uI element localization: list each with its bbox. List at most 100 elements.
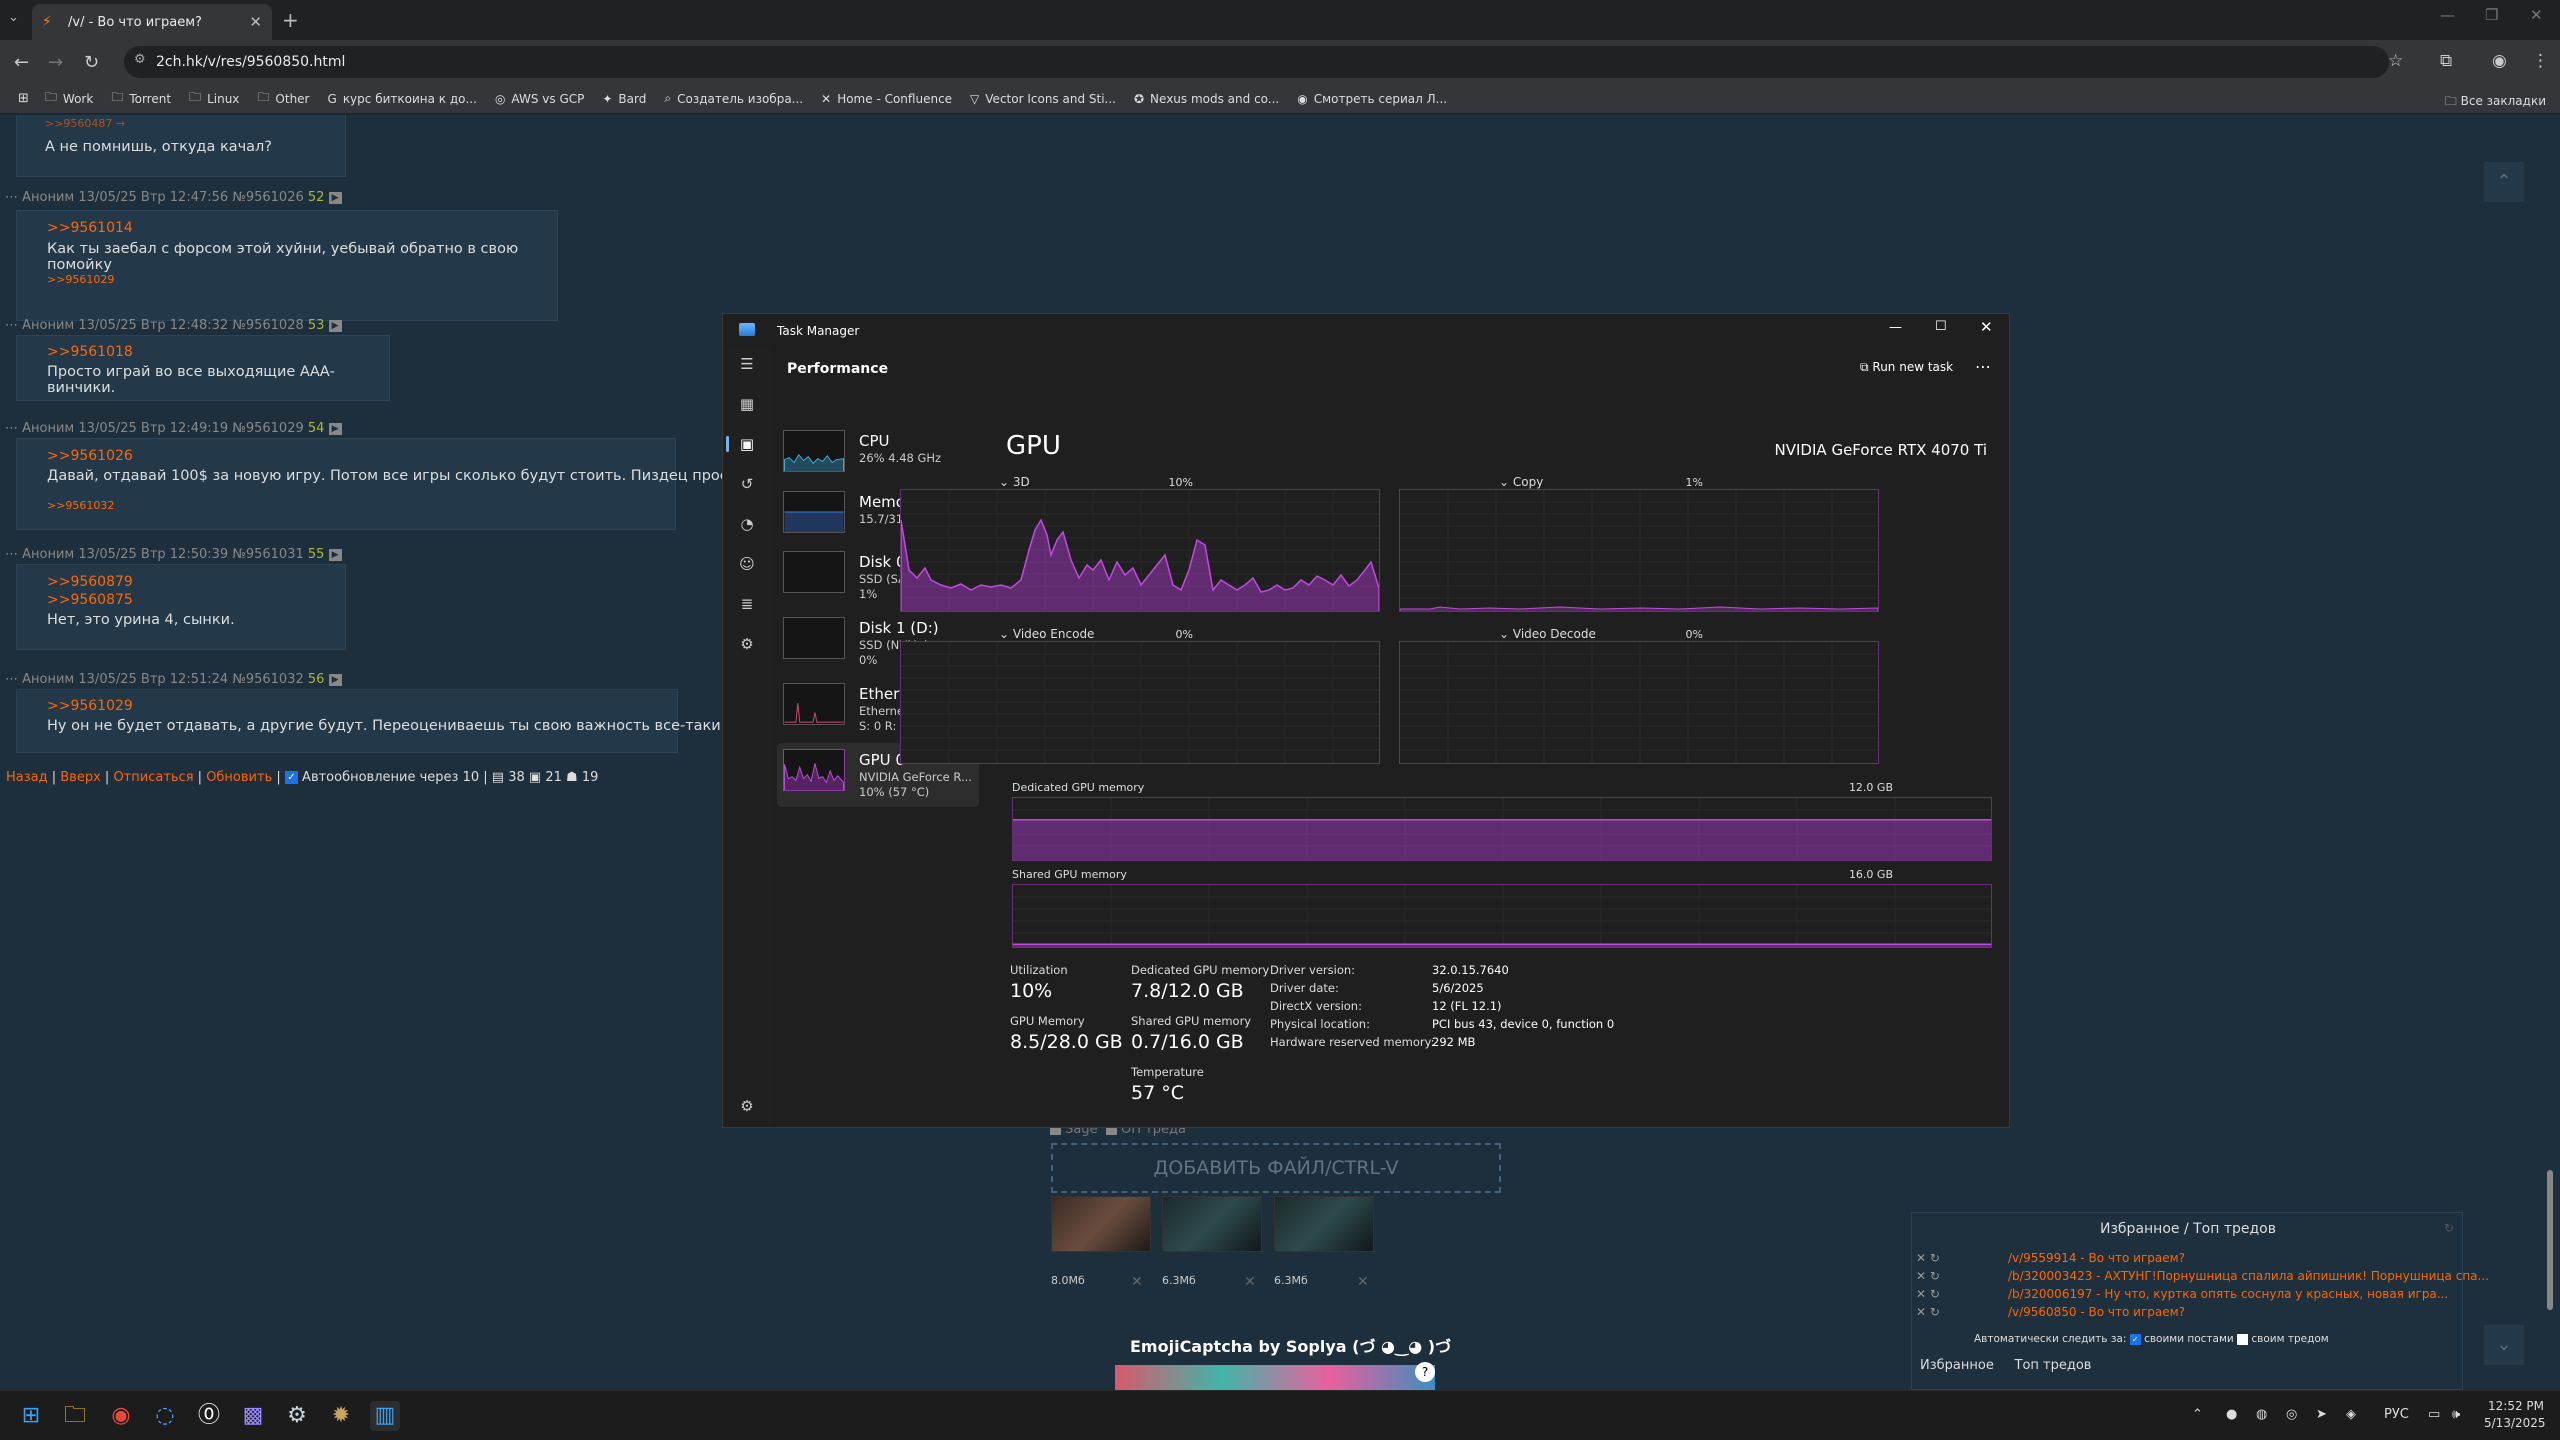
- refresh-link[interactable]: Обновить: [206, 770, 272, 785]
- restore-icon[interactable]: ❐: [2485, 6, 2498, 24]
- minimize-icon[interactable]: —: [2440, 6, 2455, 24]
- remove-icon[interactable]: ✕ ↻: [1916, 1269, 1940, 1283]
- reply-link[interactable]: >>9560879: [47, 574, 133, 590]
- post-menu-icon[interactable]: ▶: [328, 548, 342, 561]
- bookmark-item[interactable]: 🗀 Other: [257, 88, 309, 109]
- favorite-item[interactable]: ✕ ↻/v/9559914 - Во что играем?: [1916, 1251, 2185, 1265]
- remove-icon[interactable]: ✕ ↻: [1916, 1251, 1940, 1265]
- post-menu-icon[interactable]: ▶: [328, 673, 342, 686]
- graph-decode-label[interactable]: ⌄ Video Decode: [1499, 627, 1596, 641]
- file-thumbnail[interactable]: [1274, 1196, 1374, 1252]
- volume-icon[interactable]: 🕪: [2452, 1407, 2460, 1422]
- users-icon[interactable]: ☺: [737, 554, 757, 574]
- game-icon[interactable]: ✹: [326, 1401, 356, 1431]
- bookmark-item[interactable]: 🗀 Torrent: [111, 88, 171, 109]
- profile-icon[interactable]: ◉: [2492, 51, 2507, 71]
- own-posts-checkbox[interactable]: ✓: [2129, 1333, 2141, 1345]
- answer-link[interactable]: >>9561029: [47, 273, 114, 286]
- file-explorer-icon[interactable]: 🗀: [60, 1401, 90, 1431]
- reply-link[interactable]: >>9561014: [47, 220, 133, 236]
- favorite-item[interactable]: ✕ ↻/b/320003423 - АХТУНГ!Порнушница спал…: [1916, 1269, 2489, 1283]
- forward-icon[interactable]: →: [48, 52, 63, 73]
- visual-studio-icon[interactable]: ▩: [238, 1401, 268, 1431]
- bookmark-star-icon[interactable]: ☆: [2388, 51, 2403, 71]
- tray-red-icon[interactable]: ◈: [2346, 1407, 2356, 1422]
- scroll-down-button[interactable]: ⌄: [2484, 1325, 2524, 1365]
- chrome-icon[interactable]: ◉: [106, 1401, 136, 1431]
- graph-copy-label[interactable]: ⌄ Copy: [1499, 475, 1543, 489]
- browser-tab[interactable]: ⚡ /v/ - Во что играем? ✕: [32, 4, 272, 40]
- bookmark-item[interactable]: ✕ Home - Confluence: [821, 92, 952, 106]
- steam-tray-icon[interactable]: ◎: [2286, 1407, 2297, 1422]
- bookmark-item[interactable]: ▽ Vector Icons and Sti...: [970, 92, 1116, 106]
- more-options-icon[interactable]: ⋯: [1975, 357, 1991, 376]
- tray-overflow-icon[interactable]: ⌃: [2192, 1407, 2203, 1422]
- bookmark-item[interactable]: 🗀 Linux: [189, 88, 239, 109]
- autorefresh-checkbox[interactable]: ✓: [284, 771, 298, 784]
- answer-link[interactable]: >>9561032: [47, 499, 114, 512]
- close-window-icon[interactable]: ✕: [2530, 6, 2543, 24]
- favorite-item[interactable]: ✕ ↻/v/9560850 - Во что играем?: [1916, 1305, 2185, 1319]
- hamburger-icon[interactable]: ☰: [737, 354, 757, 374]
- scroll-up-button[interactable]: ⌃: [2484, 162, 2524, 202]
- app-history-icon[interactable]: ↺: [737, 474, 757, 494]
- extensions-icon[interactable]: ⧉: [2440, 51, 2452, 71]
- close-tab-icon[interactable]: ✕: [249, 13, 262, 31]
- bookmark-item[interactable]: Gкурс биткоина к до...: [328, 92, 477, 106]
- tab-top-threads[interactable]: Топ тредов: [2015, 1358, 2092, 1373]
- file-thumbnail[interactable]: [1162, 1196, 1262, 1252]
- steam-icon[interactable]: ⚙: [282, 1401, 312, 1431]
- start-icon[interactable]: ⊞: [16, 1401, 46, 1431]
- system-clock[interactable]: 12:52 PM 5/13/2025: [2484, 1398, 2546, 1432]
- favorite-item[interactable]: ✕ ↻/b/320006197 - Ну что, куртка опять с…: [1916, 1287, 2448, 1301]
- remove-file-icon[interactable]: ✕: [1357, 1274, 1369, 1290]
- help-icon[interactable]: ?: [1415, 1362, 1435, 1382]
- reload-icon[interactable]: ↻: [84, 52, 99, 73]
- all-bookmarks[interactable]: 🗀 Все закладки: [2445, 92, 2546, 113]
- graph-encode-label[interactable]: ⌄ Video Encode: [999, 627, 1094, 641]
- reply-link[interactable]: >>9560487 →: [45, 117, 125, 130]
- language-indicator[interactable]: РУС: [2384, 1407, 2409, 1422]
- details-icon[interactable]: ≣: [737, 594, 757, 614]
- maximize-icon[interactable]: ☐: [1935, 319, 1947, 334]
- bookmark-item[interactable]: ◎ AWS vs GCP: [495, 92, 584, 106]
- app-icon[interactable]: ◌: [150, 1401, 180, 1431]
- tab-search-icon[interactable]: ⌄: [8, 10, 19, 25]
- services-icon[interactable]: ⚙: [737, 634, 757, 654]
- performance-icon[interactable]: ▣: [737, 434, 757, 454]
- back-link[interactable]: Назад: [6, 770, 48, 785]
- reply-link[interactable]: >>9561026: [47, 448, 133, 464]
- post-menu-icon[interactable]: ▶: [328, 319, 342, 332]
- run-new-task-button[interactable]: ⧉ Run new task: [1860, 360, 1953, 375]
- menu-dots-icon[interactable]: ⋮: [2532, 51, 2549, 71]
- remove-file-icon[interactable]: ✕: [1131, 1274, 1143, 1290]
- site-info-icon[interactable]: ⚙: [134, 52, 146, 67]
- page-scrollbar[interactable]: [2547, 1170, 2553, 1310]
- bookmark-item[interactable]: ✪ Nexus mods and co...: [1134, 92, 1279, 106]
- bookmark-item[interactable]: 🗀 Work: [45, 88, 93, 109]
- reply-link[interactable]: >>9561029: [47, 698, 133, 714]
- new-tab-icon[interactable]: +: [282, 8, 299, 32]
- address-bar[interactable]: ⚙ 2ch.hk/v/res/9560850.html: [124, 46, 2389, 78]
- remove-icon[interactable]: ✕ ↻: [1916, 1287, 1940, 1301]
- remove-icon[interactable]: ✕ ↻: [1916, 1305, 1940, 1319]
- bookmark-item[interactable]: ⌕ Создатель изобра...: [664, 91, 803, 106]
- processes-icon[interactable]: ▦: [737, 394, 757, 414]
- password-manager-icon[interactable]: ⓪: [194, 1401, 224, 1431]
- remove-file-icon[interactable]: ✕: [1244, 1274, 1256, 1290]
- tab-favorites[interactable]: Избранное: [1920, 1358, 1994, 1373]
- close-icon[interactable]: ✕: [1980, 318, 1993, 336]
- own-threads-checkbox[interactable]: [2237, 1333, 2249, 1345]
- network-icon[interactable]: ▭: [2428, 1407, 2440, 1422]
- unsubscribe-link[interactable]: Отписаться: [113, 770, 193, 785]
- captcha-image[interactable]: ?: [1115, 1362, 1435, 1390]
- settings-icon[interactable]: ⚙: [737, 1096, 757, 1116]
- bookmark-item[interactable]: ◉ Смотреть сериал Л...: [1297, 92, 1447, 106]
- bookmark-item[interactable]: ✦ Bard: [602, 92, 646, 106]
- post-menu-icon[interactable]: ▶: [328, 422, 342, 435]
- startup-apps-icon[interactable]: ◔: [737, 514, 757, 534]
- refresh-icon[interactable]: ↻: [2444, 1221, 2454, 1235]
- device-cpu[interactable]: CPU 26% 4.48 GHz: [777, 424, 979, 488]
- up-link[interactable]: Вверх: [60, 770, 101, 785]
- file-dropzone[interactable]: ДОБАВИТЬ ФАЙЛ/CTRL-V: [1051, 1143, 1501, 1193]
